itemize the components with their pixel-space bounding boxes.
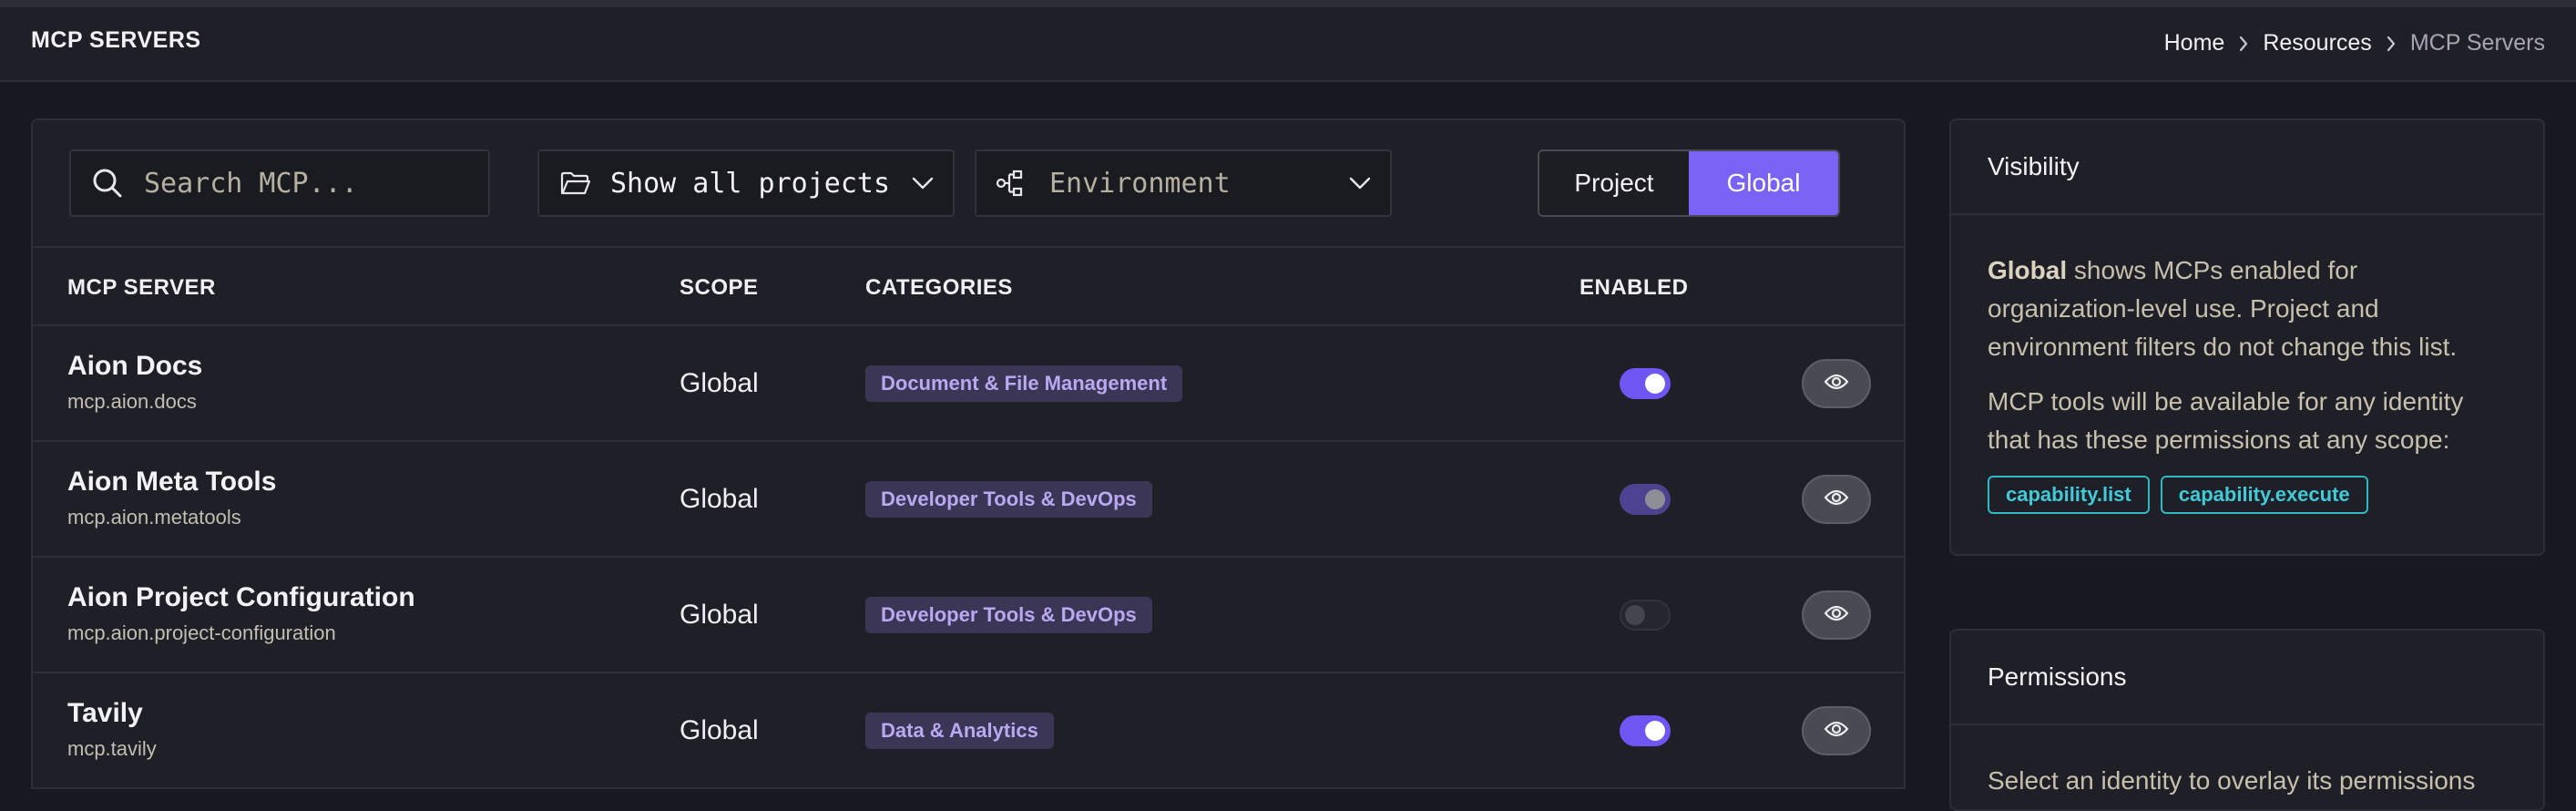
column-header-categories[interactable]: CATEGORIES [865,275,1013,301]
chevron-down-icon [911,176,935,190]
server-scope: Global [680,600,759,630]
column-header-scope[interactable]: SCOPE [680,275,759,301]
breadcrumb-resources[interactable]: Resources [2263,30,2372,56]
breadcrumb: Home Resources MCP Servers [2164,30,2545,56]
environment-select[interactable]: Environment [975,149,1392,217]
server-id: mcp.aion.metatools [67,506,241,529]
environment-placeholder: Environment [1049,167,1231,200]
server-id: mcp.aion.project-configuration [67,621,336,644]
scope-global-button[interactable]: Global [1689,151,1838,215]
chevron-right-icon [2385,35,2397,53]
toggle-knob [1625,605,1645,625]
eye-icon [1824,488,1849,511]
table-row[interactable]: Aion Docs mcp.aion.docs Global Document … [33,326,1904,442]
chevron-right-icon [2237,35,2250,53]
visibility-title: Visibility [1951,120,2543,215]
column-header-server[interactable]: MCP SERVER [67,275,216,301]
visibility-permissions-note: MCP tools will be available for any iden… [1988,387,2464,454]
toggle-knob [1645,374,1665,394]
server-id: mcp.tavily [67,737,157,760]
permissions-title: Permissions [1951,631,2543,725]
eye-icon [1824,720,1849,743]
toggle-knob [1645,721,1665,741]
enabled-toggle[interactable] [1620,484,1671,515]
scope-project-button[interactable]: Project [1539,151,1689,215]
visibility-highlight: Global [1988,256,2068,284]
search-input[interactable]: Search MCP... [69,149,490,217]
search-icon [89,167,126,200]
toggle-knob [1645,489,1665,509]
enabled-toggle[interactable] [1620,600,1671,631]
permissions-hint: Select an identity to overlay its permis… [1988,766,2476,795]
permission-tag: capability.execute [2160,476,2368,514]
table-row[interactable]: Aion Meta Tools mcp.aion.metatools Globa… [33,442,1904,558]
enabled-toggle[interactable] [1620,715,1671,746]
server-name: Aion Project Configuration [67,582,415,612]
breadcrumb-home[interactable]: Home [2164,30,2225,56]
scope-toggle: Project Global [1538,149,1840,217]
search-placeholder: Search MCP... [144,167,358,200]
server-id: mcp.aion.docs [67,390,197,413]
table-header: MCP SERVER SCOPE CATEGORIES ENABLED [33,246,1904,326]
permission-tags: capability.list capability.execute [1988,476,2507,514]
enabled-toggle[interactable] [1620,368,1671,399]
eye-icon [1824,373,1849,395]
view-button[interactable] [1802,706,1871,755]
view-button[interactable] [1802,475,1871,524]
category-badge: Developer Tools & DevOps [865,597,1152,633]
server-scope: Global [680,715,759,745]
visibility-body: Global shows MCPs enabled for organizati… [1951,215,2543,514]
category-badge: Data & Analytics [865,713,1054,749]
filter-toolbar: Search MCP... Show all projects Environm… [33,120,1904,246]
table-row[interactable]: Tavily mcp.tavily Global Data & Analytic… [33,673,1904,789]
page-title: MCP SERVERS [31,27,201,53]
top-strip [0,0,2576,7]
mcp-servers-card: Search MCP... Show all projects Environm… [31,118,1906,789]
chevron-down-icon [1348,176,1372,190]
visibility-panel: Visibility Global shows MCPs enabled for… [1949,118,2545,556]
folder-icon [559,170,592,196]
server-name: Tavily [67,698,143,728]
view-button[interactable] [1802,590,1871,640]
mcp-server-table: Aion Docs mcp.aion.docs Global Document … [33,326,1904,789]
visibility-description: Global shows MCPs enabled for organizati… [1988,252,2507,366]
column-header-enabled[interactable]: ENABLED [1579,275,1689,301]
server-scope: Global [680,368,759,398]
breadcrumb-current: MCP Servers [2409,30,2545,56]
eye-icon [1824,604,1849,627]
permission-tag: capability.list [1988,476,2150,514]
project-filter-select[interactable]: Show all projects [537,149,955,217]
view-button[interactable] [1802,359,1871,408]
project-filter-value: Show all projects [610,167,891,200]
server-name: Aion Docs [67,351,203,381]
server-scope: Global [680,484,759,514]
category-badge: Document & File Management [865,365,1183,402]
table-row[interactable]: Aion Project Configuration mcp.aion.proj… [33,558,1904,673]
category-badge: Developer Tools & DevOps [865,481,1152,518]
server-name: Aion Meta Tools [67,467,277,497]
environment-icon [995,169,1027,197]
permissions-panel: Permissions Select an identity to overla… [1949,629,2545,811]
page-header: MCP SERVERS Home Resources MCP Servers [0,7,2576,82]
